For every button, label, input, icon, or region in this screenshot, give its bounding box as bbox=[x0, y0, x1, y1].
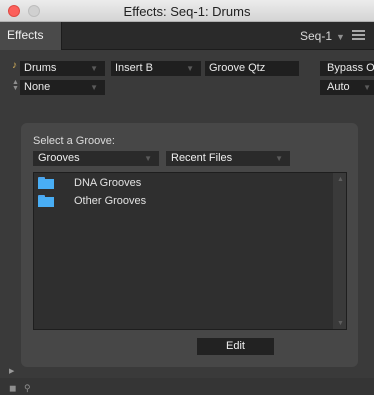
automation-select-value: Auto bbox=[327, 81, 350, 93]
menu-icon[interactable] bbox=[352, 28, 368, 42]
list-item-label: Other Grooves bbox=[74, 195, 147, 207]
preset-select-value: None bbox=[24, 81, 51, 93]
insert-select[interactable]: Insert B ▼ bbox=[111, 61, 201, 76]
sequence-select[interactable]: Seq-1 ▼ bbox=[300, 27, 350, 45]
window-title: Effects: Seq-1: Drums bbox=[123, 4, 251, 19]
track-select[interactable]: Drums ▼ bbox=[20, 61, 105, 76]
track-select-value: Drums bbox=[24, 62, 57, 74]
automation-select[interactable]: Auto ▼ bbox=[320, 80, 374, 95]
chevron-down-icon: ▼ bbox=[186, 64, 194, 73]
chevron-down-icon: ▼ bbox=[90, 83, 98, 92]
groove-label: Select a Groove: bbox=[33, 135, 115, 147]
folder-icon bbox=[38, 177, 54, 189]
disclosure-triangle-icon[interactable]: ▶ bbox=[9, 367, 14, 375]
scroll-down-icon[interactable]: ▼ bbox=[337, 320, 344, 327]
settings-icon[interactable]: ⚲ bbox=[24, 383, 31, 394]
plugin-name-field[interactable]: Groove Qtz bbox=[205, 61, 299, 76]
groove-source-value: Grooves bbox=[38, 152, 80, 164]
list-item-label: DNA Grooves bbox=[74, 177, 142, 189]
stepper-arrows-icon[interactable]: ▲ ▼ bbox=[12, 79, 20, 92]
chevron-down-icon: ▼ bbox=[90, 64, 98, 73]
tab-effects[interactable]: Effects bbox=[0, 22, 62, 50]
recent-files-value: Recent Files bbox=[171, 152, 233, 164]
groove-source-select[interactable]: Grooves ▼ bbox=[33, 151, 159, 166]
scroll-up-icon[interactable]: ▲ bbox=[337, 176, 344, 183]
chevron-down-icon: ▼ bbox=[363, 83, 371, 92]
chevron-down-icon: ▼ bbox=[336, 32, 345, 42]
preset-select[interactable]: None ▼ bbox=[20, 80, 105, 95]
camera-icon[interactable]: ◼ bbox=[9, 383, 16, 394]
list-item[interactable]: Other Grooves bbox=[36, 192, 332, 209]
sequence-select-label: Seq-1 bbox=[300, 29, 333, 43]
list-scrollbar[interactable] bbox=[333, 173, 346, 329]
plugin-name-value: Groove Qtz bbox=[209, 62, 266, 74]
chevron-down-icon: ▼ bbox=[144, 154, 152, 163]
bottom-status-bar bbox=[0, 378, 374, 395]
insert-select-value: Insert B bbox=[115, 62, 153, 74]
music-note-icon: ♪ bbox=[12, 60, 17, 71]
chevron-down-icon: ▼ bbox=[275, 154, 283, 163]
folder-icon bbox=[38, 195, 54, 207]
bypass-toggle-label: Bypass Off bbox=[327, 62, 374, 74]
edit-button[interactable]: Edit bbox=[197, 338, 274, 355]
bypass-toggle[interactable]: Bypass Off bbox=[320, 61, 374, 76]
list-item[interactable]: DNA Grooves bbox=[36, 174, 332, 191]
recent-files-select[interactable]: Recent Files ▼ bbox=[166, 151, 290, 166]
